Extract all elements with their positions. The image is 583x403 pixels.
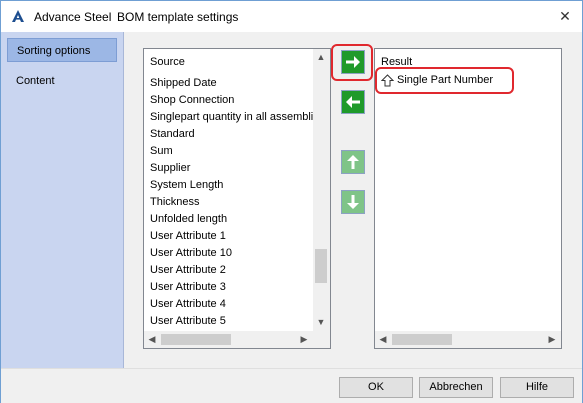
sidebar-item-label: Sorting options (17, 45, 91, 57)
list-item[interactable]: Supplier (150, 160, 190, 177)
close-icon: ✕ (559, 8, 571, 24)
arrow-up-icon (342, 151, 364, 173)
help-button[interactable]: Hilfe (500, 377, 574, 398)
scroll-thumb[interactable] (315, 249, 327, 283)
list-item[interactable]: Sum (150, 143, 173, 160)
highlight-result-item (375, 67, 514, 94)
sidebar: Sorting options Content (1, 32, 124, 368)
source-list[interactable]: Source Shipped Date Shop Connection Sing… (143, 48, 331, 349)
ok-button[interactable]: OK (339, 377, 413, 398)
scrollbar-corner (313, 331, 330, 348)
sidebar-item-content[interactable]: Content (7, 69, 117, 93)
source-horizontal-scrollbar[interactable]: ◀ ▶ (144, 331, 313, 348)
dialog-footer: OK Abbrechen Hilfe (1, 368, 582, 403)
list-item[interactable]: User Attribute 3 (150, 279, 226, 296)
scroll-right-arrow-icon[interactable]: ▶ (545, 332, 559, 346)
advance-steel-logo-icon (12, 10, 24, 22)
list-item[interactable]: Singlepart quantity in all assemblies (150, 109, 325, 126)
scroll-thumb[interactable] (161, 334, 231, 345)
source-list-header: Source (150, 56, 185, 68)
dialog-window: Advance Steel BOM template settings ✕ So… (0, 0, 583, 403)
list-item[interactable]: User Attribute 1 (150, 228, 226, 245)
scroll-right-arrow-icon[interactable]: ▶ (297, 332, 311, 346)
list-item[interactable]: Unfolded length (150, 211, 227, 228)
list-item[interactable]: User Attribute 5 (150, 313, 226, 330)
list-item[interactable]: User Attribute 2 (150, 262, 226, 279)
scroll-up-arrow-icon[interactable]: ▲ (314, 50, 328, 64)
arrow-left-icon (342, 91, 364, 113)
scroll-left-arrow-icon[interactable]: ◀ (145, 332, 159, 346)
close-button[interactable]: ✕ (552, 4, 578, 28)
list-item[interactable]: User Attribute 4 (150, 296, 226, 313)
list-item[interactable]: Thickness (150, 194, 200, 211)
list-item[interactable]: System Length (150, 177, 223, 194)
arrow-down-icon (342, 191, 364, 213)
scroll-thumb[interactable] (392, 334, 452, 345)
list-item[interactable]: Standard (150, 126, 195, 143)
scroll-left-arrow-icon[interactable]: ◀ (376, 332, 390, 346)
arrow-right-icon (342, 51, 364, 73)
remove-button[interactable] (341, 90, 365, 114)
cancel-button[interactable]: Abbrechen (419, 377, 493, 398)
result-horizontal-scrollbar[interactable]: ◀ ▶ (375, 331, 561, 348)
sidebar-item-label: Content (16, 75, 55, 87)
scroll-down-arrow-icon[interactable]: ▼ (314, 315, 328, 329)
add-button[interactable] (341, 50, 365, 74)
sidebar-item-sorting-options[interactable]: Sorting options (7, 38, 117, 62)
move-down-button[interactable] (341, 190, 365, 214)
title-bar: Advance Steel BOM template settings ✕ (1, 1, 582, 32)
move-up-button[interactable] (341, 150, 365, 174)
list-item[interactable]: Shop Connection (150, 92, 234, 109)
dialog-title: BOM template settings (117, 10, 239, 24)
source-vertical-scrollbar[interactable]: ▲ ▼ (313, 49, 330, 331)
list-item[interactable]: Shipped Date (150, 75, 217, 92)
app-name: Advance Steel (34, 10, 112, 24)
list-item[interactable]: User Attribute 10 (150, 245, 232, 262)
